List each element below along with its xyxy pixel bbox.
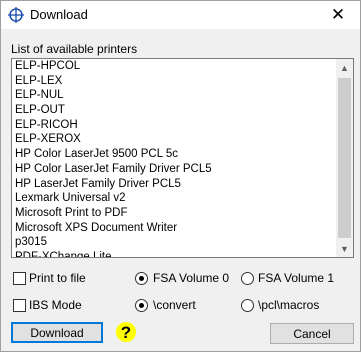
- printer-list-item[interactable]: ELP-LEX: [12, 74, 338, 89]
- print-to-file-label: Print to file: [29, 271, 86, 285]
- convert-label: \convert: [153, 298, 196, 312]
- cancel-button[interactable]: Cancel: [270, 323, 354, 344]
- title-bar: Download ✕: [1, 1, 360, 29]
- close-button[interactable]: ✕: [316, 1, 360, 29]
- printer-list-item[interactable]: Microsoft XPS Document Writer: [12, 221, 338, 236]
- pcl-macros-label: \pcl\macros: [258, 298, 320, 312]
- print-to-file-checkbox[interactable]: [13, 272, 26, 285]
- printer-listbox[interactable]: ELP-HPCOL ELP-LEX ELP-NUL ELP-OUT ELP-RICOH E…: [11, 58, 354, 258]
- printer-list-item[interactable]: HP LaserJet Family Driver PCL5: [12, 177, 338, 192]
- vertical-scrollbar[interactable]: ▲ ▼: [336, 59, 353, 257]
- help-glyph: ?: [121, 323, 131, 342]
- crosshair-icon: [8, 7, 24, 23]
- printer-list-label: List of available printers: [11, 42, 138, 56]
- convert-radio[interactable]: [135, 299, 148, 312]
- printer-list-item[interactable]: Lexmark Universal v2: [12, 191, 338, 206]
- fsa-volume-0-radio[interactable]: [135, 272, 148, 285]
- fsa-volume-1-radio[interactable]: [241, 272, 254, 285]
- ibs-mode-label: IBS Mode: [29, 298, 82, 312]
- printer-list-item[interactable]: ELP-OUT: [12, 103, 338, 118]
- window-title: Download: [30, 7, 88, 22]
- printer-list-item[interactable]: ELP-RICOH: [12, 118, 338, 133]
- printer-list-item[interactable]: HP Color LaserJet 9500 PCL 5c: [12, 147, 338, 162]
- close-icon: ✕: [330, 5, 346, 24]
- help-icon[interactable]: ?: [115, 320, 137, 344]
- printer-list-items: ELP-HPCOL ELP-LEX ELP-NUL ELP-OUT ELP-RICOH E…: [12, 59, 338, 257]
- printer-list-item[interactable]: PDF-XChange Lite: [12, 250, 338, 257]
- printer-list-item[interactable]: ELP-HPCOL: [12, 59, 338, 74]
- pcl-macros-radio[interactable]: [241, 299, 254, 312]
- scroll-down-arrow-icon[interactable]: ▼: [336, 240, 353, 257]
- scroll-thumb[interactable]: [338, 78, 351, 238]
- printer-list-item[interactable]: ELP-XEROX: [12, 132, 338, 147]
- printer-list-item[interactable]: Microsoft Print to PDF: [12, 206, 338, 221]
- fsa-volume-0-label: FSA Volume 0: [153, 271, 230, 285]
- fsa-volume-1-label: FSA Volume 1: [258, 271, 335, 285]
- printer-list-item[interactable]: ELP-NUL: [12, 88, 338, 103]
- printer-list-item[interactable]: p3015: [12, 235, 338, 250]
- printer-list-item[interactable]: HP Color LaserJet Family Driver PCL5: [12, 162, 338, 177]
- ibs-mode-checkbox[interactable]: [13, 299, 26, 312]
- scroll-up-arrow-icon[interactable]: ▲: [336, 59, 353, 76]
- download-dialog: Download ✕ List of available printers EL…: [0, 0, 361, 352]
- download-button[interactable]: Download: [11, 322, 103, 343]
